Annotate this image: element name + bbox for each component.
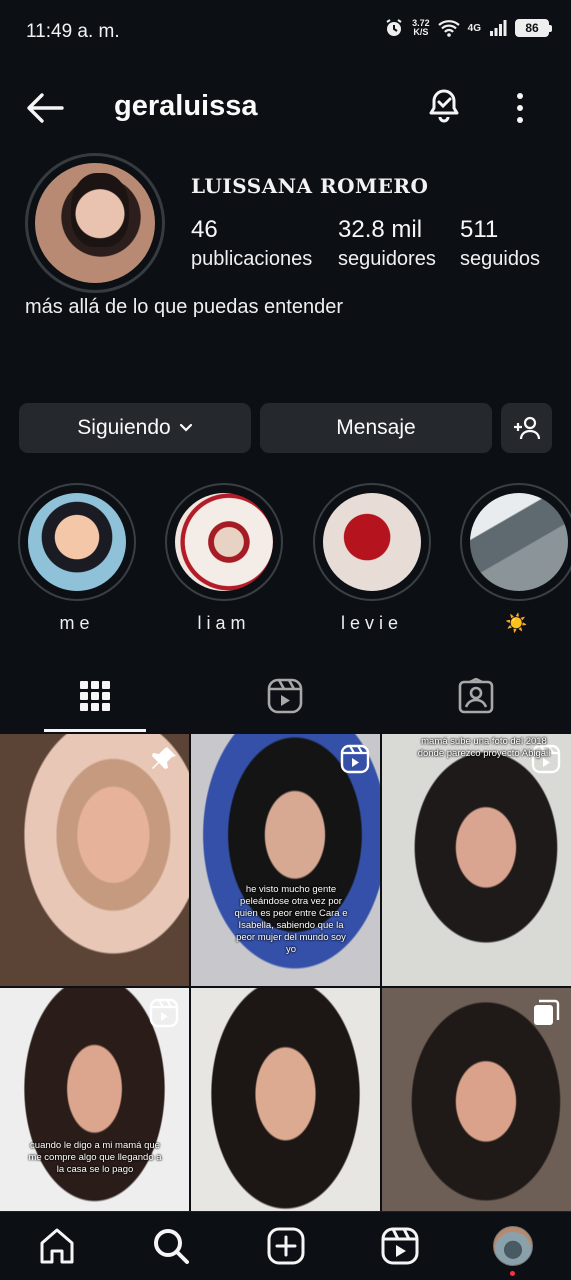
display-name: LUISSANA ROMERO (191, 174, 429, 198)
highlight-cover (165, 483, 283, 601)
message-label: Mensaje (336, 416, 416, 439)
stat-posts-value: 46 (191, 216, 218, 243)
nav-home[interactable] (37, 1226, 77, 1266)
status-time: 11:49 a. m. (26, 21, 120, 42)
grid-post[interactable]: cuando le digo a mi mamá que me compre a… (0, 988, 189, 1240)
network-speed: 3.72 K/S (412, 19, 430, 37)
grid-post[interactable]: mamá sube una foto del 2018 donde parezc… (382, 734, 571, 986)
nav-create[interactable] (266, 1226, 306, 1266)
highlight-levie[interactable]: levie (313, 483, 431, 634)
stat-followers-label: seguidores (338, 248, 436, 270)
speed-unit: K/S (413, 27, 429, 37)
grid-post[interactable] (191, 988, 380, 1240)
wifi-icon (437, 20, 460, 37)
bottom-navigation (0, 1211, 571, 1280)
username-title: geraluissa (114, 90, 258, 122)
highlight-sun[interactable]: ☀️ (460, 483, 571, 634)
highlight-label: levie (340, 613, 404, 633)
profile-tabs (0, 660, 571, 732)
stat-followers[interactable]: 32.8 mil seguidores (338, 216, 436, 271)
back-button[interactable] (24, 90, 66, 126)
reel-icon (149, 998, 179, 1028)
highlight-cover (313, 483, 431, 601)
back-arrow-icon (27, 93, 64, 123)
grid-icon (80, 681, 110, 711)
stat-followers-value: 32.8 mil (338, 216, 423, 243)
profile-avatar-icon (493, 1226, 533, 1266)
search-icon (154, 1229, 189, 1264)
highlight-cover (460, 483, 571, 601)
tab-posts-grid[interactable] (0, 660, 190, 732)
highlight-image (323, 493, 421, 591)
home-icon (40, 1228, 74, 1264)
profile-avatar[interactable] (25, 153, 165, 293)
reel-icon (340, 744, 370, 774)
stat-following-label: seguidos (460, 248, 541, 270)
battery-icon: 86 (515, 19, 552, 37)
tagged-icon (458, 678, 494, 714)
profile-bio: más allá de lo que puedas entender (25, 296, 344, 318)
nav-reels[interactable] (380, 1226, 420, 1266)
more-options-icon (517, 93, 523, 123)
highlight-label: liam (197, 613, 251, 633)
nav-profile[interactable] (493, 1226, 533, 1266)
stat-following[interactable]: 511 seguidos (460, 216, 540, 271)
highlight-image (470, 493, 568, 591)
create-post-icon (267, 1227, 305, 1265)
tab-tagged[interactable] (381, 660, 571, 732)
post-caption-overlay: mamá sube una foto del 2018 donde parezc… (417, 736, 551, 759)
status-bar: 11:49 a. m. 3.72 K/S 4G 86 (0, 0, 571, 62)
highlight-label: ☀️ (505, 613, 533, 633)
pin-icon (152, 747, 176, 769)
tab-reels[interactable] (190, 660, 380, 732)
stat-following-value: 511 (460, 216, 499, 243)
network-type: 4G (467, 22, 481, 34)
highlight-liam[interactable]: liam (165, 483, 283, 634)
add-person-icon (513, 416, 540, 440)
highlight-image (175, 493, 273, 591)
notification-bell-icon (429, 89, 459, 123)
chevron-down-icon (179, 423, 192, 432)
grid-post[interactable]: he visto mucho gente peleándose otra vez… (191, 734, 380, 986)
following-label: Siguiendo (77, 416, 171, 439)
carousel-icon (534, 999, 560, 1025)
status-icons: 3.72 K/S 4G 86 (384, 18, 552, 38)
suggested-users-button[interactable] (501, 403, 552, 453)
grid-post[interactable] (382, 988, 571, 1240)
post-caption-overlay: he visto mucho gente peleándose otra vez… (234, 884, 348, 955)
nav-search[interactable] (151, 1226, 191, 1266)
message-button[interactable]: Mensaje (260, 403, 492, 453)
reels-icon (267, 678, 303, 714)
stat-posts[interactable]: 46 publicaciones (191, 216, 312, 271)
post-caption-overlay: cuando le digo a mi mamá que me compre a… (28, 1140, 162, 1175)
highlight-image (28, 493, 126, 591)
profile-header: geraluissa (0, 72, 571, 144)
reels-icon (381, 1227, 419, 1265)
more-options-button[interactable] (506, 88, 534, 128)
avatar-image (35, 163, 155, 283)
highlight-me[interactable]: me (18, 483, 136, 634)
notifications-button[interactable] (424, 86, 464, 126)
grid-post[interactable] (0, 734, 189, 986)
stat-posts-label: publicaciones (191, 248, 313, 270)
notification-dot (510, 1271, 515, 1276)
signal-icon (490, 20, 507, 36)
active-tab-indicator (44, 729, 146, 732)
highlight-label: me (59, 613, 95, 633)
following-button[interactable]: Siguiendo (19, 403, 251, 453)
alarm-icon (386, 19, 402, 36)
highlight-cover (18, 483, 136, 601)
